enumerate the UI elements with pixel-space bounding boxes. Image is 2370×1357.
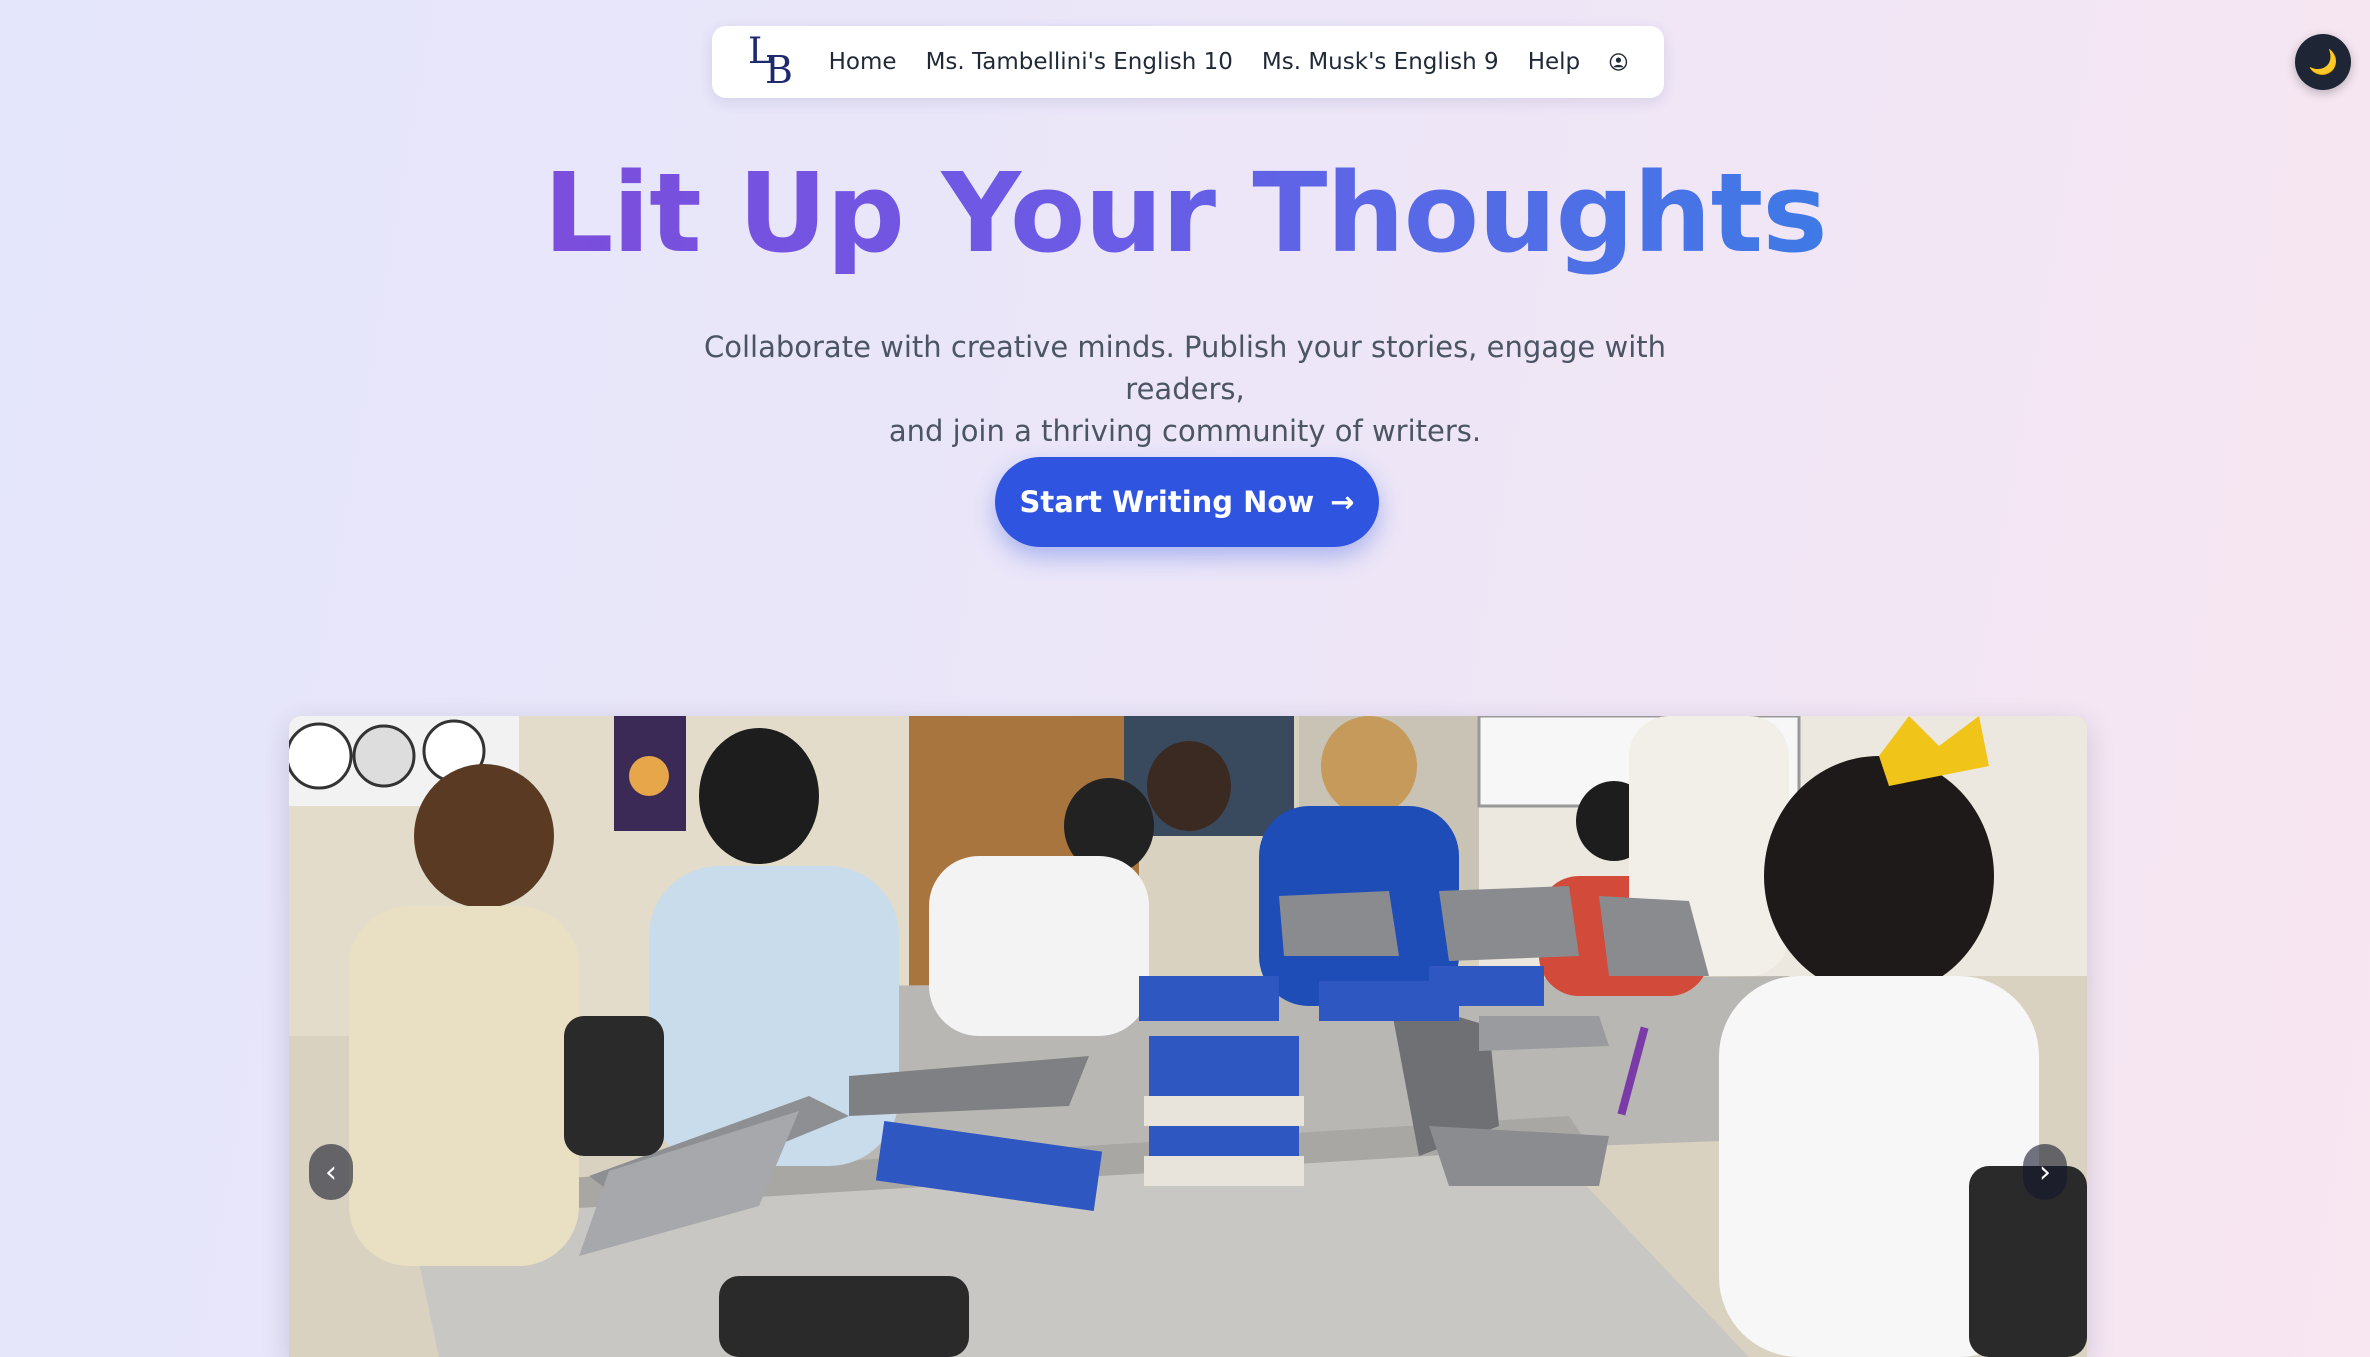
nav-link-help[interactable]: Help	[1528, 49, 1580, 75]
start-writing-label: Start Writing Now	[1019, 485, 1315, 519]
hero-subtitle-line-2: and join a thriving community of writers…	[888, 414, 1482, 448]
user-circle-icon[interactable]	[1609, 42, 1628, 82]
nav-link-tambellini-english-10[interactable]: Ms. Tambellini's English 10	[926, 49, 1233, 75]
hero-title-text: Lit Up Your Thoughts	[543, 149, 1827, 277]
arrow-right-icon: →	[1330, 485, 1355, 519]
hero-title: Lit Up Your Thoughts	[0, 150, 2370, 277]
chevron-left-icon: ‹	[325, 1154, 337, 1190]
nav-link-home[interactable]: Home	[829, 49, 897, 75]
carousel-next-button[interactable]: ›	[2023, 1144, 2067, 1200]
hero-subtitle: Collaborate with creative minds. Publish…	[660, 326, 1710, 452]
logo-letter-b: B	[765, 48, 793, 92]
nav-link-musk-english-9[interactable]: Ms. Musk's English 9	[1262, 49, 1499, 75]
site-logo[interactable]: L B	[746, 34, 793, 90]
classroom-photo	[289, 716, 2087, 1357]
moon-icon: 🌙	[2308, 48, 2338, 76]
dark-mode-toggle[interactable]: 🌙	[2295, 34, 2351, 90]
top-navbar: L B Home Ms. Tambellini's English 10 Ms.…	[712, 26, 1664, 98]
carousel-prev-button[interactable]: ‹	[309, 1144, 353, 1200]
hero-subtitle-line-1: Collaborate with creative minds. Publish…	[703, 330, 1667, 406]
chevron-right-icon: ›	[2039, 1154, 2051, 1190]
image-carousel: ‹ ›	[289, 716, 2087, 1357]
start-writing-button[interactable]: Start Writing Now →	[995, 457, 1379, 547]
